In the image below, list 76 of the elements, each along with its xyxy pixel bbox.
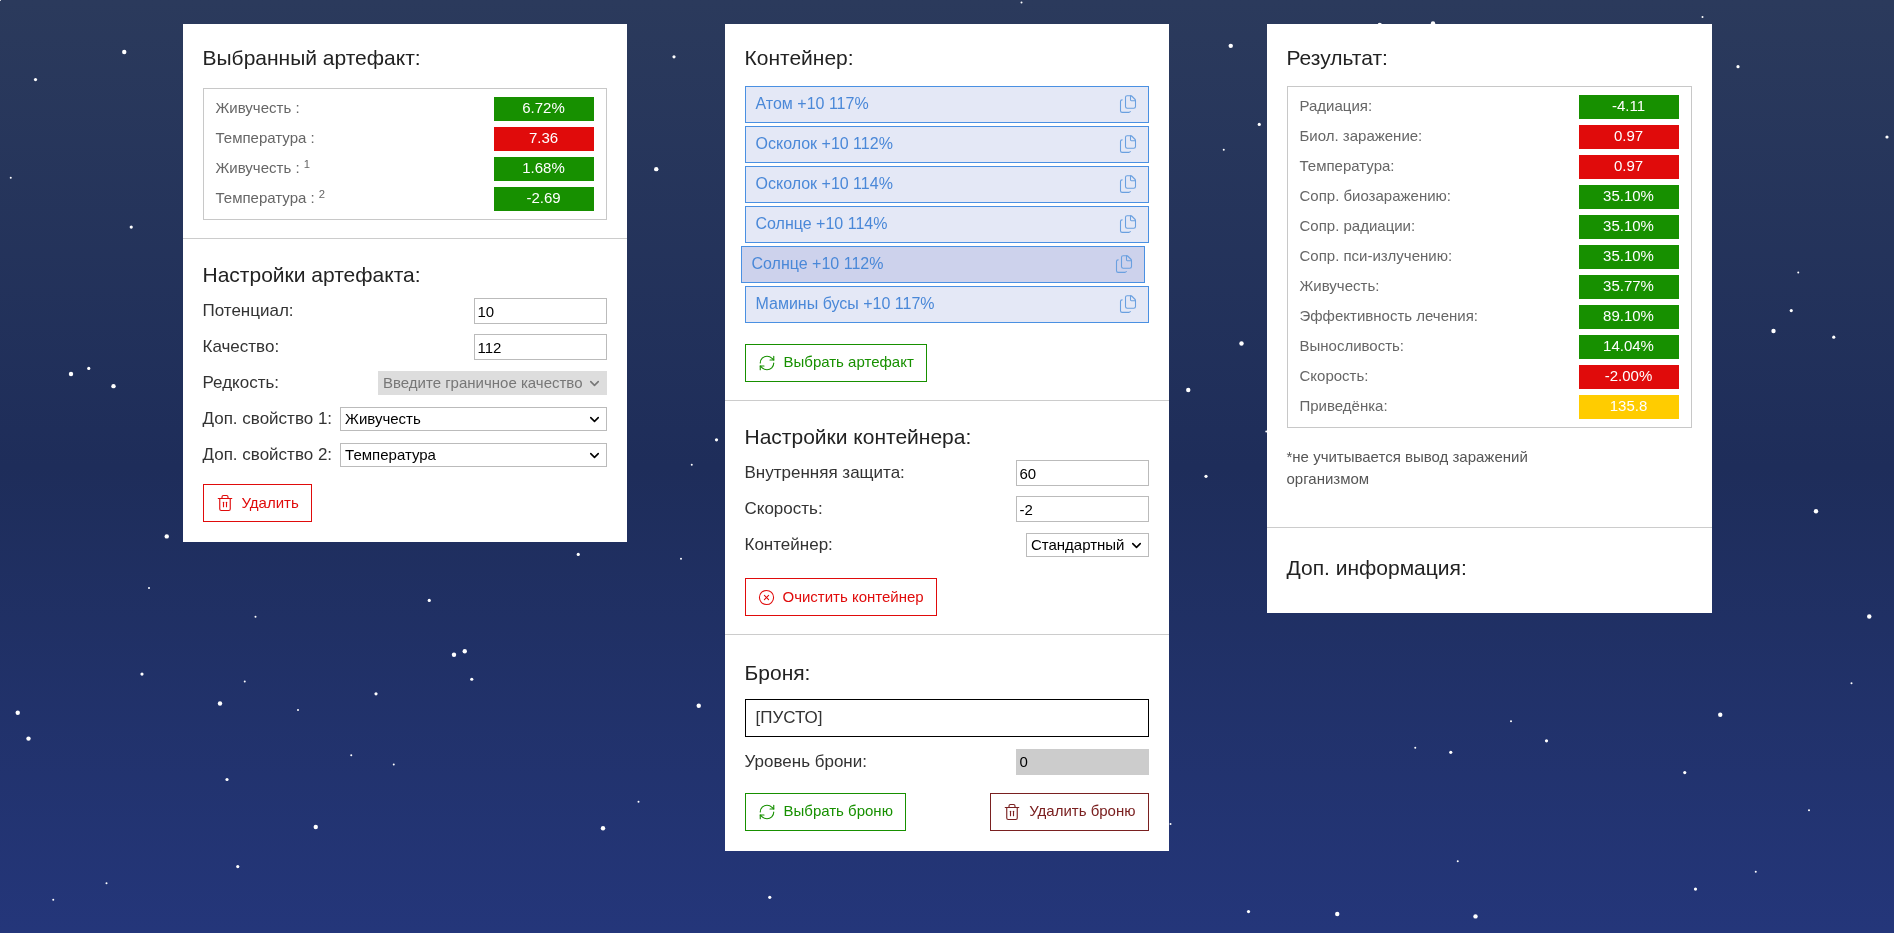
dropdown[interactable]: Температура [340,443,607,467]
stat-value: 35.77% [1578,274,1679,299]
stat-label: Выносливость: [1299,336,1405,357]
dropdown[interactable]: Стандартный [1025,533,1149,557]
field-label: Уровень брони: [744,750,867,773]
stat-label: Живучесть : $^{1}$ [215,157,310,179]
section-title: Броня: [744,660,812,686]
stat-label: Эффективность лечения: [1299,306,1478,327]
armor-field[interactable]: [ПУСТО] [744,698,1149,737]
input-field[interactable]: 60 [1015,460,1149,486]
stat-value: 0.97 [1578,154,1679,179]
section-title: Настройки контейнера: [744,423,973,450]
stat-value: 35.10% [1578,214,1679,239]
stat-value: 14.04% [1578,334,1679,359]
stat-label: Температура : [215,128,315,149]
document-icon [1117,134,1138,154]
stat-label: Биол. заражение: [1299,126,1423,147]
stat-value: 0.97 [1578,124,1679,149]
stat-value: 35.10% [1578,184,1679,209]
document-icon [1117,174,1138,194]
section-title: Доп. информация: [1286,554,1468,581]
stat-label: Приведёнка: [1299,396,1388,417]
stat-value: -4.11 [1578,94,1679,119]
stat-label: Сопр. радиации: [1299,216,1416,237]
field-label: Внутренняя защита: [744,462,905,485]
document-icon [1113,254,1134,274]
stat-label: Сопр. пси-излучению: [1299,246,1453,267]
field-label: Доп. свойство 1: [202,408,333,431]
trash-icon [1003,802,1022,821]
select-button[interactable]: Выбрать броню [744,792,906,831]
stat-value: 89.10% [1578,304,1679,329]
clear-button[interactable]: Очистить контейнер [744,578,937,616]
document-icon [1117,214,1138,234]
select-button[interactable]: Выбрать артефакт [744,343,927,382]
document-icon [1117,94,1138,114]
field-label: Контейнер: [744,534,833,557]
stat-label: Сопр. биозаражению: [1299,186,1451,207]
dropdown[interactable]: Живучесть [340,407,607,431]
stat-value: 7.36 [493,126,594,151]
input-field[interactable]: 10 [473,298,607,324]
stat-value: -2.00% [1578,364,1679,389]
stat-value: 6.72% [493,96,594,121]
field-label: Качество: [202,336,280,359]
stat-label: Температура: [1299,156,1395,177]
stat-value: 1.68% [493,156,594,181]
section-title: Результат: [1286,45,1389,71]
stat-label: Температура : $^{2}$ [215,187,326,209]
field-label: Скорость: [744,498,823,521]
refresh-icon [757,353,776,372]
footnote-text: *не учитывается вывод заражений организмом [1286,446,1529,489]
document-icon [1117,294,1138,314]
field-label: Потенциал: [202,300,294,323]
delete-button[interactable]: Удалить [202,484,312,522]
clear-icon [757,588,775,606]
field-label: Доп. свойство 2: [202,444,333,467]
section-title: Контейнер: [744,45,855,71]
trash-icon [215,494,234,512]
section-title: Настройки артефакта: [202,261,422,288]
refresh-icon [757,802,776,821]
container-item[interactable]: Осколок +10 114% [744,165,1149,203]
container-item[interactable]: Атом +10 117% [744,85,1149,123]
container-item[interactable]: Мамины бусы +10 117% [744,285,1149,323]
stat-label: Скорость: [1299,366,1369,387]
input-field[interactable]: 112 [473,334,607,360]
stat-label: Живучесть: [1299,276,1380,297]
section-title: Выбранный артефакт: [202,45,422,71]
container-item[interactable]: Солнце +10 114% [744,205,1149,243]
stat-value: 35.10% [1578,244,1679,269]
stat-value: 135.8 [1578,394,1679,419]
container-item[interactable]: Осколок +10 112% [744,125,1149,163]
field-label: Редкость: [202,372,280,395]
stat-label: Радиация: [1299,96,1373,117]
delete-button[interactable]: Удалить броню [990,792,1149,831]
input-field[interactable]: -2 [1015,496,1149,522]
stat-label: Живучесть : [215,98,300,119]
stat-value: -2.69 [493,186,594,211]
